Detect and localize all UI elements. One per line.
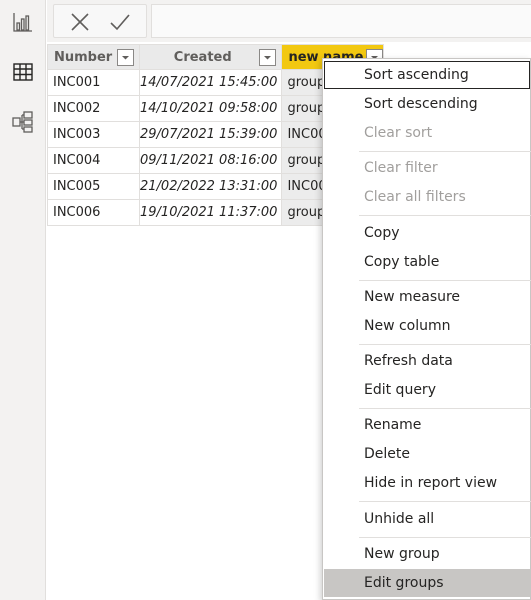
menu-item-hide-in-report-view[interactable]: Hide in report view: [324, 469, 530, 497]
model-view-icon[interactable]: [11, 110, 35, 134]
menu-separator: [359, 215, 531, 216]
menu-item-unhide-all[interactable]: Unhide all: [324, 505, 530, 533]
column-header-label: Number: [54, 49, 113, 65]
menu-item-clear-filter[interactable]: Clear filter: [324, 154, 530, 182]
cell-created[interactable]: 29/07/2021 15:39:00: [138, 121, 283, 148]
cell-created[interactable]: 19/10/2021 11:37:00: [138, 199, 283, 226]
formula-bar-buttons: [53, 4, 147, 38]
cell-created[interactable]: 14/10/2021 09:58:00: [138, 95, 283, 122]
menu-item-new-group[interactable]: New group: [324, 540, 530, 568]
menu-separator: [359, 408, 531, 409]
column-context-menu: Sort ascending Sort descending Clear sor…: [322, 58, 531, 600]
menu-separator: [359, 151, 531, 152]
cell-created[interactable]: 09/11/2021 08:16:00: [138, 147, 283, 174]
menu-item-new-measure[interactable]: New measure: [324, 283, 530, 311]
menu-item-delete[interactable]: Delete: [324, 440, 530, 468]
menu-item-rename[interactable]: Rename: [324, 411, 530, 439]
menu-item-edit-query[interactable]: Edit query: [324, 376, 530, 404]
cell-number[interactable]: INC006: [47, 199, 140, 226]
menu-separator: [359, 537, 531, 538]
cell-number[interactable]: INC003: [47, 121, 140, 148]
menu-item-sort-descending[interactable]: Sort descending: [324, 90, 530, 118]
menu-item-copy-table[interactable]: Copy table: [324, 248, 530, 276]
column-header-created[interactable]: Created: [138, 44, 283, 70]
menu-item-clear-sort[interactable]: Clear sort: [324, 119, 530, 147]
menu-separator: [359, 280, 531, 281]
column-header-label: Created: [173, 49, 232, 65]
menu-item-clear-all-filters[interactable]: Clear all filters: [324, 183, 530, 211]
cell-created[interactable]: 21/02/2022 13:31:00: [138, 173, 283, 200]
menu-item-new-column[interactable]: New column: [324, 312, 530, 340]
menu-item-copy[interactable]: Copy: [324, 219, 530, 247]
menu-item-edit-groups[interactable]: Edit groups: [324, 569, 530, 597]
view-switcher-rail: [0, 0, 46, 600]
filter-dropdown-button[interactable]: [117, 49, 134, 66]
formula-bar: [47, 0, 531, 42]
menu-separator: [359, 344, 531, 345]
cell-number[interactable]: INC004: [47, 147, 140, 174]
data-view-icon[interactable]: [11, 60, 35, 84]
cell-number[interactable]: INC001: [47, 69, 140, 96]
chevron-down-icon: [264, 56, 272, 60]
checkmark-icon[interactable]: [108, 10, 132, 34]
close-icon[interactable]: [68, 10, 92, 34]
cell-created[interactable]: 14/07/2021 15:45:00: [138, 69, 283, 96]
cell-number[interactable]: INC005: [47, 173, 140, 200]
filter-dropdown-button[interactable]: [259, 49, 277, 66]
menu-item-sort-ascending[interactable]: Sort ascending: [324, 61, 530, 89]
menu-item-refresh-data[interactable]: Refresh data: [324, 347, 530, 375]
report-view-icon[interactable]: [11, 10, 35, 34]
column-header-number[interactable]: Number: [47, 44, 140, 70]
cell-number[interactable]: INC002: [47, 95, 140, 122]
menu-separator: [359, 501, 531, 502]
formula-input[interactable]: [151, 4, 531, 38]
chevron-down-icon: [122, 56, 129, 60]
